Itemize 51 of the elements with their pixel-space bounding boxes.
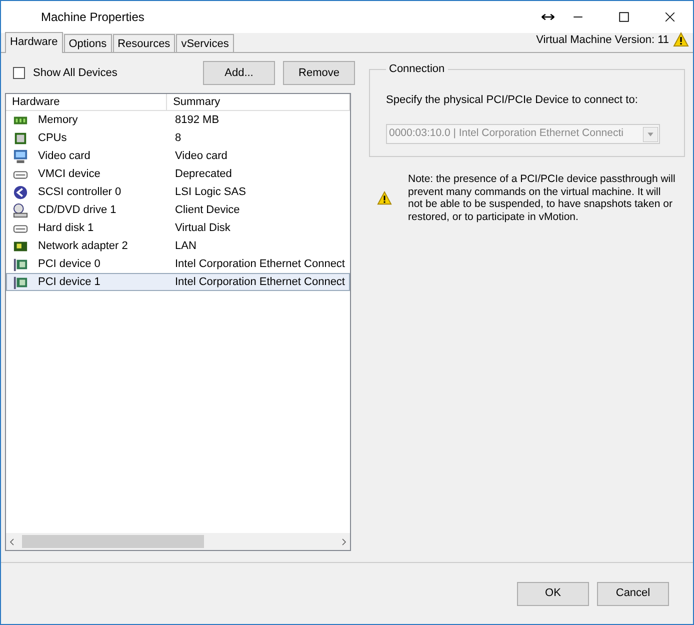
table-cell-text: 8192 MB [174,112,220,128]
column-header[interactable]: Summary [167,94,350,110]
scrollbar-thumb[interactable] [22,535,204,548]
table-cell-text: Network adapter 2 [38,238,128,254]
caret-icon [643,126,658,142]
table-cell-text: Video card [174,148,228,164]
table-cell-text: 8 [174,130,182,146]
table-cell-text: Hard disk 1 [38,220,94,236]
window-title: Machine Properties [41,9,146,26]
table-cell-text: LAN [174,238,198,254]
row-highlight[interactable]: PCI device 1 Intel Corporation Ethernet Connect [6,273,350,291]
tab[interactable]: Hardware [5,32,63,53]
prompt-text: Specify the physical PCI/PCIe Device to connect to: [386,92,639,108]
note-text: Note: the presence of a PCI/PCIe device passthrough will prevent many commands on the virtual machine. It will not be able to be suspended, to have snapshots taken or restored, or to participate in vMotion. [408,173,676,224]
group-title: Connection [388,62,446,77]
table-cell-text: Intel Corporation Ethernet Connect [174,274,346,290]
table-cell-text: Video card [38,148,90,164]
monitor-icon [13,148,28,164]
version-label: Virtual Machine Version: 11 [536,32,669,48]
card-icon [13,274,28,290]
table-cell-text: VMCI device [38,166,100,182]
table-cell-text: PCI device 0 [38,256,100,272]
card-icon [13,256,28,272]
button[interactable]: Remove [283,61,355,85]
table-cell-text: Intel Corporation Ethernet Connect [174,256,346,272]
checkbox-label: Show All Devices [33,66,118,81]
button[interactable]: Cancel [597,582,669,606]
arrow-circle-icon [13,184,28,200]
warning-icon [673,32,689,48]
column-header[interactable]: Hardware [6,94,168,110]
tab[interactable]: Options [64,34,112,52]
close-icon[interactable] [663,10,677,24]
table-cell-text: CPUs [38,130,67,146]
table-cell-text: PCI device 1 [38,274,100,290]
table-cell-text: Client Device [174,202,241,218]
horizontal-scrollbar[interactable] [6,533,350,550]
table-cell-text: LSI Logic SAS [174,184,247,200]
disc-drive-icon [13,202,28,218]
tab[interactable]: vServices [176,34,234,52]
table-cell-text: CD/DVD drive 1 [38,202,116,218]
table-cell-text: SCSI controller 0 [38,184,122,200]
table-cell-text: Deprecated [174,166,233,182]
checkbox[interactable] [13,67,25,79]
maximize-icon[interactable] [617,10,631,24]
button[interactable]: Add... [203,61,275,85]
tab[interactable]: Resources [112,34,176,52]
table-cell-text: Memory [38,112,78,128]
button[interactable]: OK [517,582,589,606]
chip-icon [13,130,28,146]
table-cell-text: Virtual Disk [174,220,232,236]
warning-icon [377,190,392,206]
